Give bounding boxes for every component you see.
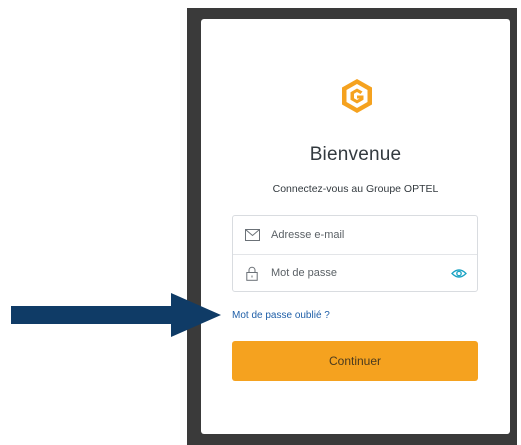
email-field[interactable]: [271, 216, 443, 254]
forgot-password-link[interactable]: Mot de passe oublié ?: [232, 310, 330, 321]
email-row: [233, 216, 477, 255]
password-field[interactable]: [271, 254, 443, 292]
page-title: Bienvenue: [309, 144, 402, 165]
optel-logo-icon: [338, 77, 376, 115]
arrow-right-icon: [11, 293, 221, 337]
envelope-icon: [244, 227, 260, 243]
password-row: [233, 254, 477, 292]
lock-icon: [244, 265, 260, 281]
eye-icon[interactable]: [450, 266, 468, 280]
page-subtitle: Connectez-vous au Groupe OPTEL: [272, 183, 439, 195]
login-form: [232, 215, 478, 292]
continue-button[interactable]: Continuer: [232, 341, 478, 381]
